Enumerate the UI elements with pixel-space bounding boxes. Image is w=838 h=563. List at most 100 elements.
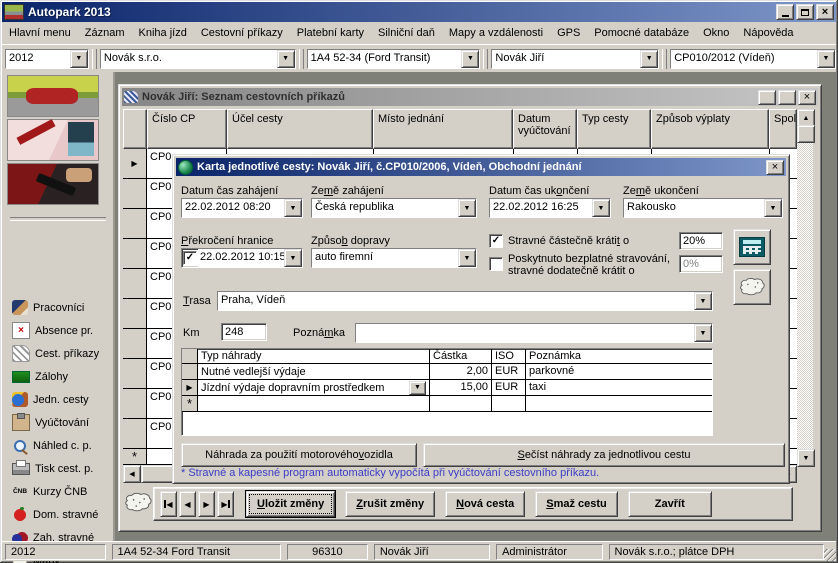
grid-header-zpusob-vyplaty[interactable]: Způsob výplaty bbox=[651, 109, 769, 149]
km-input[interactable] bbox=[221, 323, 267, 341]
chevron-down-icon[interactable] bbox=[764, 199, 782, 217]
last-record-button[interactable]: ▶ bbox=[217, 491, 234, 517]
menu-silnicni-dan[interactable]: Silniční daň bbox=[371, 24, 442, 42]
end-datetime-combo[interactable]: 22.02.2012 16:25 bbox=[489, 198, 611, 218]
calculator-button[interactable] bbox=[733, 229, 771, 265]
grid-header-typ-cesty[interactable]: Typ cesty bbox=[577, 109, 651, 149]
border-cross-combo[interactable]: 22.02.2012 10:15 bbox=[181, 248, 303, 268]
menu-kniha-jizd[interactable]: Kniha jízd bbox=[132, 24, 194, 42]
chevron-down-icon[interactable] bbox=[461, 50, 479, 68]
minimize-button[interactable] bbox=[758, 90, 776, 105]
vertical-scroll-thumb[interactable] bbox=[797, 125, 815, 143]
minimize-button[interactable] bbox=[776, 4, 794, 20]
menu-napoveda[interactable]: Nápověda bbox=[736, 24, 800, 42]
chevron-down-icon[interactable] bbox=[694, 292, 712, 310]
menu-zaznam[interactable]: Záznam bbox=[78, 24, 132, 42]
sidebar-item-pracovnici[interactable]: Pracovníci bbox=[12, 296, 112, 319]
refund-row[interactable]: Nutné vedlejší výdaje 2,00 EUR parkovné bbox=[182, 364, 712, 380]
resize-grip[interactable] bbox=[824, 549, 836, 561]
sidebar-item-zalohy[interactable]: Zálohy bbox=[12, 365, 112, 388]
vehicle-refund-button[interactable]: Náhrada za použití motorového vozidla bbox=[181, 443, 417, 467]
cnb-rates-icon: ČNB bbox=[12, 484, 28, 499]
free-meals-checkbox[interactable] bbox=[489, 257, 503, 271]
border-cross-checkbox[interactable] bbox=[183, 251, 197, 265]
grid-header-spolucestujici[interactable]: Spoluc bbox=[769, 109, 797, 149]
menu-pomocne-databaze[interactable]: Pomocné databáze bbox=[587, 24, 696, 42]
maximize-button[interactable] bbox=[778, 90, 796, 105]
sidebar-item-cest-prikazy[interactable]: Cest. příkazy bbox=[12, 342, 112, 365]
sidebar-item-dom-stravne[interactable]: Dom. stravné bbox=[12, 503, 112, 526]
delete-trip-button[interactable]: Smaž cestu bbox=[535, 491, 618, 517]
sidebar-item-kurzy-cnb[interactable]: ČNBKurzy ČNB bbox=[12, 480, 112, 503]
chevron-down-icon[interactable] bbox=[458, 249, 476, 267]
new-trip-button[interactable]: Nová cesta bbox=[445, 491, 525, 517]
chevron-down-icon[interactable] bbox=[694, 324, 712, 342]
refund-row-selected[interactable]: ▶ Jízdní výdaje dopravním prostředkem 15… bbox=[182, 380, 712, 396]
sidebar-item-nahled[interactable]: Náhled c. p. bbox=[12, 434, 112, 457]
scroll-down-icon[interactable]: ▼ bbox=[797, 449, 815, 467]
sidebar-item-jedn-cesty[interactable]: Jedn. cesty bbox=[12, 388, 112, 411]
chevron-down-icon[interactable] bbox=[640, 50, 658, 68]
chevron-down-icon[interactable] bbox=[409, 381, 426, 395]
chevron-down-icon[interactable] bbox=[277, 50, 295, 68]
sidebar-item-vyuctovani[interactable]: Vyúčtování bbox=[12, 411, 112, 434]
close-button[interactable]: × bbox=[816, 4, 834, 20]
end-country-combo[interactable]: Rakousko bbox=[623, 198, 783, 218]
list-window-titlebar: Novák Jiří: Seznam cestovních příkazů × bbox=[122, 88, 818, 106]
vehicle-combo[interactable]: 1A4 52-34 (Ford Transit) bbox=[307, 49, 481, 69]
start-datetime-combo[interactable]: 22.02.2012 08:20 bbox=[181, 198, 303, 218]
menu-bar: Hlavní menu Záznam Kniha jízd Cestovní p… bbox=[2, 22, 836, 44]
chevron-down-icon[interactable] bbox=[458, 199, 476, 217]
sidebar-item-tisk[interactable]: Tisk cest. p. bbox=[12, 457, 112, 480]
save-changes-button[interactable]: Uložit změny bbox=[246, 491, 335, 517]
close-button[interactable]: × bbox=[798, 90, 816, 105]
chevron-down-icon[interactable] bbox=[284, 249, 302, 267]
trip-combo[interactable]: CP010/2012 (Vídeň) bbox=[670, 49, 836, 69]
sum-refunds-button[interactable]: Sečíst náhrady za jednotlivou cestu bbox=[423, 443, 785, 467]
refund-typ-combo[interactable]: Jízdní výdaje dopravním prostředkem bbox=[198, 380, 430, 396]
app-window: Autopark 2013 × Hlavní menu Záznam Kniha… bbox=[0, 0, 838, 563]
driver-combo[interactable]: Novák Jiří bbox=[491, 49, 659, 69]
previous-record-button[interactable]: ◀ bbox=[179, 491, 196, 517]
start-country-combo[interactable]: Česká republika bbox=[311, 198, 477, 218]
close-dialog-button[interactable]: Zavřít bbox=[628, 491, 712, 517]
chevron-down-icon[interactable] bbox=[284, 199, 302, 217]
km-label: Km bbox=[183, 327, 200, 339]
transport-combo[interactable]: auto firemní bbox=[311, 248, 477, 268]
grid-header-ucel-cesty[interactable]: Účel cesty bbox=[227, 109, 373, 149]
company-combo[interactable]: Novák s.r.o. bbox=[100, 49, 296, 69]
grid-header-misto-jednani[interactable]: Místo jednání bbox=[373, 109, 513, 149]
scroll-left-icon[interactable]: ◀ bbox=[123, 465, 141, 483]
grid-header-cislo-cp[interactable]: Číslo CP bbox=[147, 109, 227, 149]
route-combo[interactable]: Praha, Vídeň bbox=[217, 291, 713, 311]
meal-reduce-percent-input[interactable] bbox=[679, 232, 723, 250]
vertical-scrollbar[interactable]: ▲ ▼ bbox=[797, 109, 813, 465]
cancel-changes-button[interactable]: Zrušit změny bbox=[345, 491, 435, 517]
first-record-button[interactable]: ◀ bbox=[160, 491, 177, 517]
travel-orders-icon bbox=[12, 345, 30, 362]
workers-icon bbox=[12, 300, 28, 315]
chevron-down-icon[interactable] bbox=[817, 50, 835, 68]
refunds-header-typ: Typ náhrady bbox=[198, 349, 430, 363]
chevron-down-icon[interactable] bbox=[592, 199, 610, 217]
dialog-titlebar: Karta jednotlivé cesty: Novák Jiří, č.CP… bbox=[176, 158, 786, 176]
menu-platebni-karty[interactable]: Platební karty bbox=[290, 24, 371, 42]
next-record-button[interactable]: ▶ bbox=[198, 491, 215, 517]
menu-mapy-a-vzdalenosti[interactable]: Mapy a vzdálenosti bbox=[442, 24, 550, 42]
year-combo[interactable]: 2012 bbox=[5, 49, 89, 69]
sidebar-item-absence[interactable]: ×Absence pr. bbox=[12, 319, 112, 342]
refund-new-row[interactable]: * bbox=[182, 396, 712, 412]
route-label: Trasa bbox=[183, 295, 211, 307]
note-combo[interactable] bbox=[355, 323, 713, 343]
meal-reduce-checkbox[interactable] bbox=[489, 234, 503, 248]
menu-cestovni-prikazy[interactable]: Cestovní příkazy bbox=[194, 24, 290, 42]
close-button[interactable]: × bbox=[766, 160, 784, 175]
menu-hlavni-menu[interactable]: Hlavní menu bbox=[2, 24, 78, 42]
free-meals-percent-input[interactable] bbox=[679, 255, 723, 273]
menu-gps[interactable]: GPS bbox=[550, 24, 587, 42]
maximize-button[interactable] bbox=[796, 4, 814, 20]
menu-okno[interactable]: Okno bbox=[696, 24, 736, 42]
map-button[interactable] bbox=[733, 269, 771, 305]
chevron-down-icon[interactable] bbox=[70, 50, 88, 68]
grid-header-datum-vyuctovani[interactable]: Datum vyúčtování bbox=[513, 109, 577, 149]
